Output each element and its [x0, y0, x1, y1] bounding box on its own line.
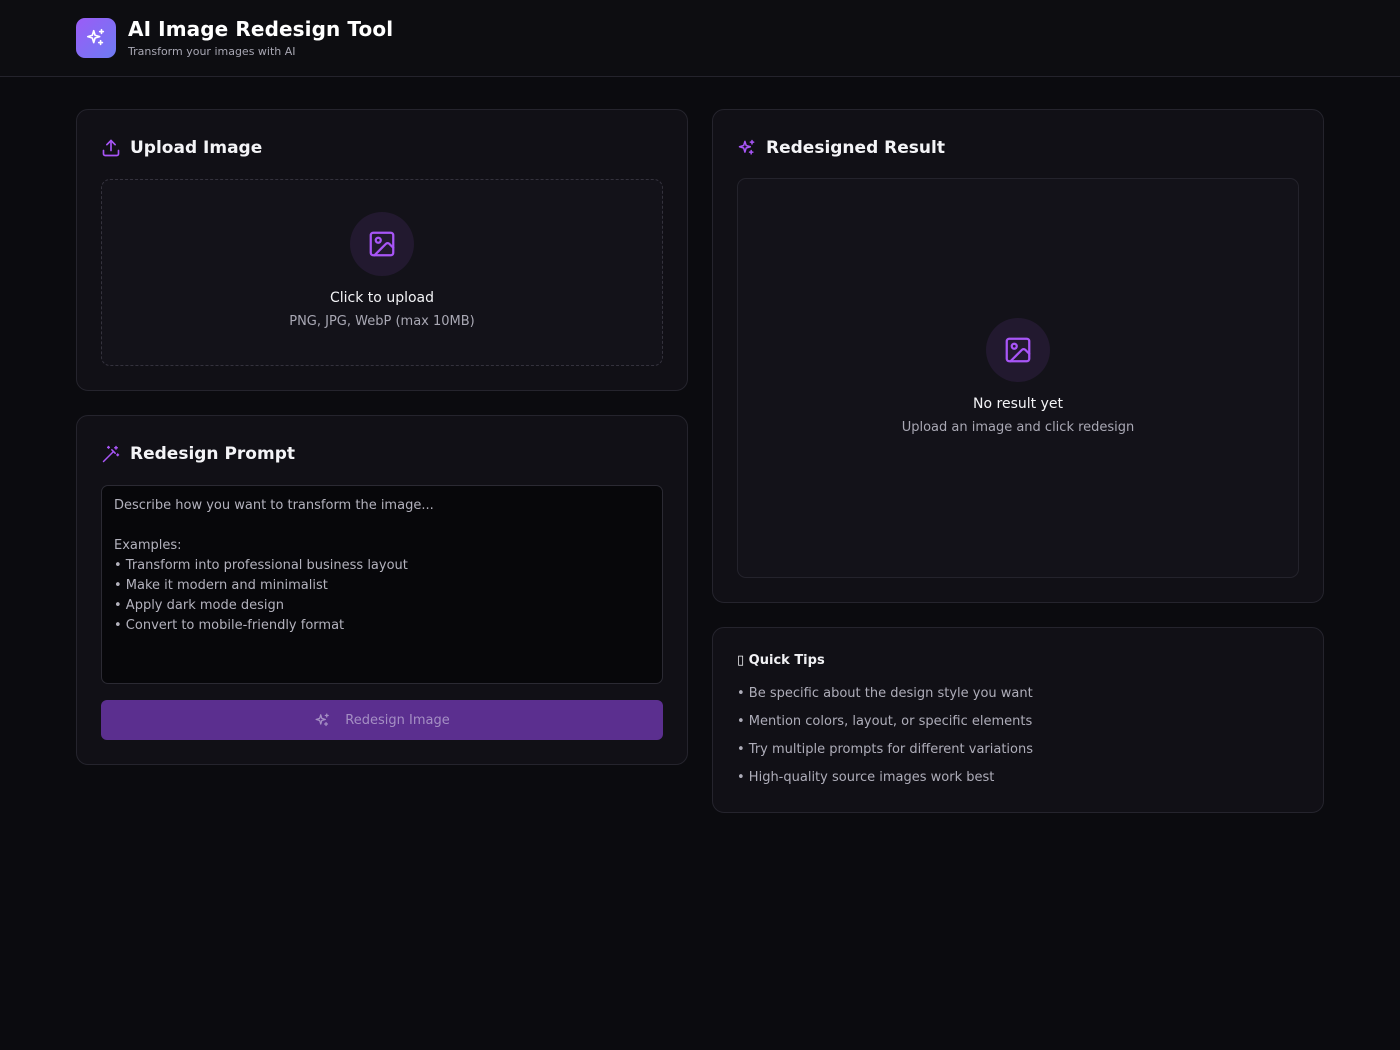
- tip-item: • Try multiple prompts for different var…: [737, 742, 1034, 757]
- redesign-button[interactable]: Redesign Image: [101, 700, 663, 740]
- result-card-title: Redesigned Result: [737, 136, 945, 160]
- prompt-textarea[interactable]: Describe how you want to transform the i…: [101, 485, 663, 684]
- sparkles-icon: [737, 138, 757, 158]
- upload-title-text: Upload Image: [130, 138, 263, 158]
- sparkles-icon: [314, 712, 331, 729]
- app-subtitle: Transform your images with AI: [128, 45, 296, 58]
- result-card: Redesigned Result No result yet Upload a…: [712, 109, 1324, 603]
- upload-cta: Click to upload: [330, 290, 434, 306]
- upload-card: Upload Image Click to upload PNG, JPG, W…: [76, 109, 688, 391]
- image-icon: [350, 212, 414, 276]
- tip-item: • Be specific about the design style you…: [737, 686, 1033, 701]
- result-empty-title: No result yet: [973, 396, 1063, 412]
- upload-formats: PNG, JPG, WebP (max 10MB): [289, 314, 475, 329]
- prompt-card: Redesign Prompt Describe how you want to…: [76, 415, 688, 765]
- result-preview: No result yet Upload an image and click …: [737, 178, 1299, 578]
- result-title-text: Redesigned Result: [766, 138, 945, 158]
- tips-card: ▯ Quick Tips • Be specific about the des…: [712, 627, 1324, 813]
- tip-item: • High-quality source images work best: [737, 770, 995, 785]
- upload-card-title: Upload Image: [101, 136, 262, 160]
- app-header: AI Image Redesign Tool Transform your im…: [0, 0, 1400, 77]
- image-icon: [986, 318, 1050, 382]
- magic-wand-icon: [101, 444, 121, 464]
- upload-dropzone[interactable]: Click to upload PNG, JPG, WebP (max 10MB…: [101, 179, 663, 366]
- redesign-button-label: Redesign Image: [345, 712, 450, 728]
- tips-title: ▯ Quick Tips: [737, 653, 825, 668]
- upload-icon: [101, 138, 121, 158]
- app-title: AI Image Redesign Tool: [128, 17, 394, 41]
- tip-item: • Mention colors, layout, or specific el…: [737, 714, 1033, 729]
- prompt-card-title: Redesign Prompt: [101, 442, 295, 466]
- sparkles-icon: [76, 18, 116, 58]
- prompt-title-text: Redesign Prompt: [130, 444, 295, 464]
- result-empty-subtitle: Upload an image and click redesign: [901, 420, 1135, 435]
